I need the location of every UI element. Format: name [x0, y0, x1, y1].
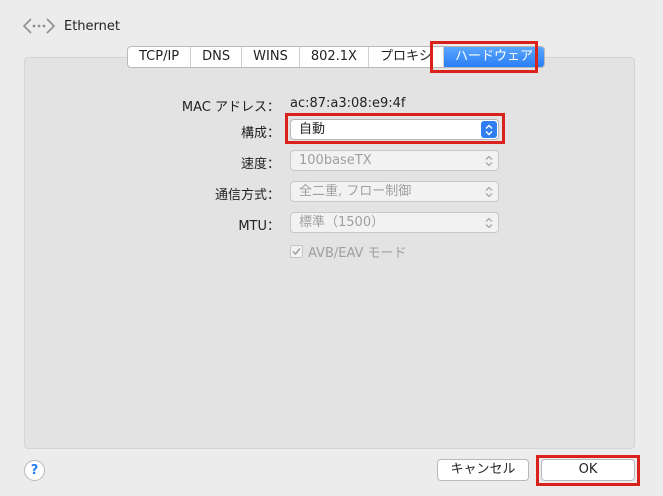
help-button[interactable]: ?: [24, 460, 45, 481]
mtu-popup[interactable]: 標準（1500）: [290, 212, 499, 233]
tab-tcpip[interactable]: TCP/IP: [128, 47, 192, 67]
mtu-label: MTU：: [238, 219, 280, 234]
tab-hardware[interactable]: ハードウェア: [443, 47, 544, 67]
checkmark-icon: [292, 248, 301, 256]
mtu-popup-value: 標準（1500）: [299, 215, 385, 230]
chevron-updown-icon: [481, 214, 497, 231]
duplex-label: 通信方式：: [214, 188, 280, 203]
avb-mode-label: AVB/EAV モード: [308, 246, 407, 261]
tab-bar: TCP/IP DNS WINS 802.1X プロキシ ハードウェア: [127, 46, 545, 68]
window-title: Ethernet: [64, 18, 120, 34]
speed-label: 速度：: [240, 157, 280, 172]
chevron-updown-icon: [481, 121, 497, 138]
cancel-button[interactable]: キャンセル: [437, 459, 529, 481]
config-popup-value: 自動: [299, 122, 326, 137]
mac-address-label: MAC アドレス：: [181, 100, 280, 115]
tab-dns[interactable]: DNS: [191, 47, 243, 67]
speed-popup[interactable]: 100baseTX: [290, 150, 499, 171]
speed-popup-value: 100baseTX: [299, 153, 372, 168]
avb-mode-checkbox[interactable]: [290, 245, 303, 258]
duplex-popup[interactable]: 全二重, フロー制御: [290, 181, 499, 202]
tab-proxy[interactable]: プロキシ: [369, 47, 444, 67]
duplex-popup-value: 全二重, フロー制御: [299, 184, 412, 199]
config-label: 構成：: [240, 126, 280, 141]
chevron-updown-icon: [481, 152, 497, 169]
ok-button[interactable]: OK: [541, 459, 635, 481]
avb-mode-row: AVB/EAV モード: [290, 242, 407, 261]
tab-8021x[interactable]: 802.1X: [300, 47, 369, 67]
window-title-row: Ethernet: [22, 12, 120, 40]
network-arrows-icon: [22, 16, 56, 36]
config-popup[interactable]: 自動: [290, 119, 499, 140]
tab-wins[interactable]: WINS: [242, 47, 300, 67]
chevron-updown-icon: [481, 183, 497, 200]
mac-address-value: ac:87:a3:08:e9:4f: [290, 96, 406, 111]
